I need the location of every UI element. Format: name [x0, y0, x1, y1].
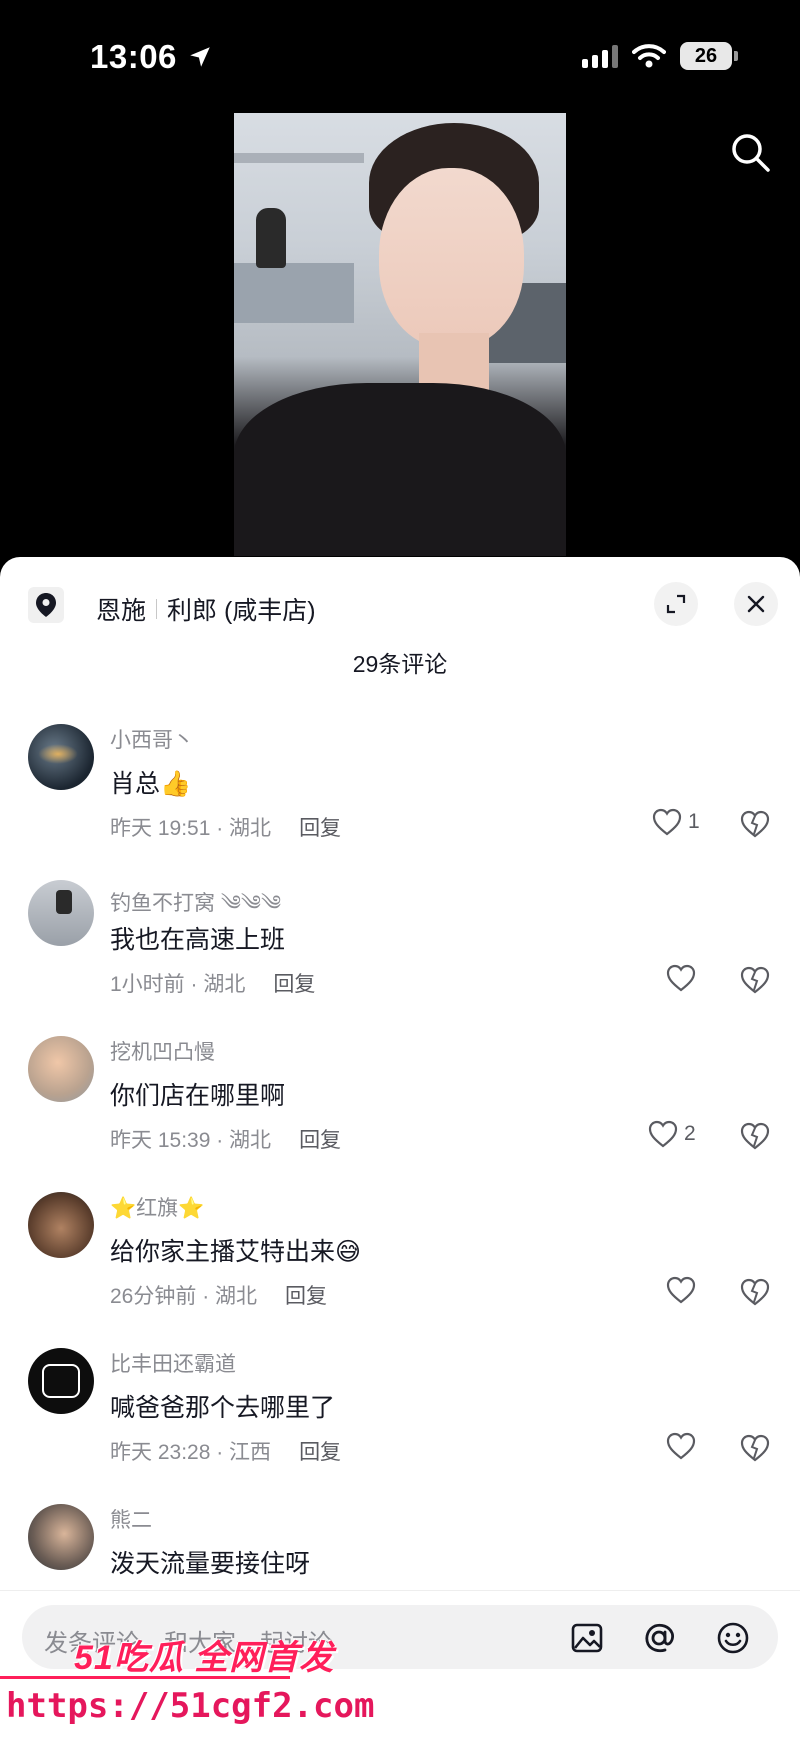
- comment-text: 肖总👍: [110, 770, 192, 798]
- avatar[interactable]: [28, 1192, 94, 1258]
- heart-icon: [648, 1120, 678, 1148]
- heart-icon: [666, 1432, 696, 1460]
- comment-sheet: 恩施 利郎 (咸丰店) 29条评论 小西哥丶 肖总👍 昨天 19:51 · 湖北…: [0, 557, 800, 1739]
- comment-time-location: 26分钟前 · 湖北: [110, 1285, 258, 1308]
- like-button[interactable]: 2: [648, 1120, 696, 1148]
- screen: 13:06 26 恩施 利郎 (咸丰店) 29条评论 小西哥丶 肖总👍 昨天 1…: [0, 0, 800, 1739]
- status-indicators: 26: [582, 42, 738, 70]
- like-button[interactable]: [666, 1432, 702, 1460]
- close-button[interactable]: [734, 582, 778, 626]
- comment-text: 泼天流量要接住呀: [110, 1550, 311, 1578]
- at-icon[interactable]: [642, 1621, 676, 1655]
- comment-item: 小西哥丶 肖总👍 昨天 19:51 · 湖北 回复 1: [0, 724, 800, 874]
- heart-icon: [666, 1276, 696, 1304]
- comment-text: 喊爸爸那个去哪里了: [110, 1394, 336, 1422]
- comment-item: ⭐红旗⭐ 给你家主播艾特出来😅 26分钟前 · 湖北 回复: [0, 1192, 800, 1342]
- like-count: 2: [684, 1122, 696, 1145]
- location-pin-icon: [28, 587, 64, 623]
- comment-meta: 26分钟前 · 湖北 回复: [110, 1280, 327, 1310]
- sheet-header: 恩施 利郎 (咸丰店): [0, 579, 800, 639]
- avatar[interactable]: [28, 880, 94, 946]
- watermark-brand: 51吃瓜 全网首发: [74, 1639, 335, 1677]
- location-arrow-icon: [190, 47, 210, 67]
- like-button[interactable]: 1: [652, 808, 700, 836]
- comment-username[interactable]: 比丰田还霸道: [110, 1348, 236, 1378]
- comment-time-location: 昨天 23:28 · 江西: [110, 1441, 272, 1464]
- comment-time-location: 昨天 19:51 · 湖北: [110, 817, 272, 840]
- location-link[interactable]: 恩施 利郎 (咸丰店): [96, 591, 316, 627]
- battery-indicator: 26: [680, 42, 738, 70]
- location-store: 利郎 (咸丰店): [167, 597, 316, 625]
- close-icon: [747, 595, 765, 613]
- reply-button[interactable]: 回复: [285, 1285, 327, 1308]
- reply-button[interactable]: 回复: [299, 1441, 341, 1464]
- wifi-icon: [632, 44, 666, 68]
- comment-item: 钓鱼不打窝 ༄༄༄ 我也在高速上班 1小时前 · 湖北 回复: [0, 880, 800, 1030]
- comment-time-location: 昨天 15:39 · 湖北: [110, 1129, 272, 1152]
- comment-count: 29条评论: [352, 651, 448, 677]
- comment-text: 你们店在哪里啊: [110, 1082, 286, 1110]
- time-label: 13:06: [90, 38, 177, 75]
- comment-username[interactable]: 小西哥丶: [110, 724, 194, 754]
- status-time: 13:06: [90, 38, 213, 76]
- comment-time-location: 1小时前 · 湖北: [110, 973, 246, 996]
- location-divider: [156, 599, 158, 619]
- broken-heart-icon[interactable]: [740, 966, 770, 994]
- like-button[interactable]: [666, 1276, 702, 1304]
- status-bar: 13:06 26: [0, 0, 800, 110]
- comment-username[interactable]: ⭐红旗⭐: [110, 1192, 204, 1222]
- video-thumbnail[interactable]: [234, 113, 566, 556]
- heart-icon: [666, 964, 696, 992]
- like-button[interactable]: [666, 964, 702, 992]
- comment-item: 比丰田还霸道 喊爸爸那个去哪里了 昨天 23:28 · 江西 回复: [0, 1348, 800, 1498]
- watermark-url: https://51cgf2.com: [6, 1686, 375, 1726]
- comment-username[interactable]: 挖机凹凸慢: [110, 1036, 215, 1066]
- comment-meta: 昨天 19:51 · 湖北 回复: [110, 812, 341, 842]
- broken-heart-icon[interactable]: [740, 1278, 770, 1306]
- comment-meta: 1小时前 · 湖北 回复: [110, 968, 315, 998]
- avatar[interactable]: [28, 1348, 94, 1414]
- broken-heart-icon[interactable]: [740, 1434, 770, 1462]
- reply-button[interactable]: 回复: [273, 973, 315, 996]
- reply-button[interactable]: 回复: [299, 817, 341, 840]
- avatar[interactable]: [28, 1504, 94, 1570]
- like-count: 1: [688, 810, 700, 833]
- avatar[interactable]: [28, 1036, 94, 1102]
- comment-text: 我也在高速上班: [110, 926, 286, 954]
- search-icon[interactable]: [728, 130, 772, 174]
- cellular-signal-icon: [582, 44, 618, 68]
- expand-button[interactable]: [654, 582, 698, 626]
- broken-heart-icon[interactable]: [740, 1122, 770, 1150]
- comment-text: 给你家主播艾特出来😅: [110, 1238, 362, 1266]
- avatar[interactable]: [28, 724, 94, 790]
- watermark-divider: [0, 1676, 290, 1679]
- broken-heart-icon[interactable]: [740, 810, 770, 838]
- comment-meta: 昨天 15:39 · 湖北 回复: [110, 1124, 341, 1154]
- comment-item: 挖机凹凸慢 你们店在哪里啊 昨天 15:39 · 湖北 回复 2: [0, 1036, 800, 1186]
- location-city: 恩施: [96, 597, 147, 625]
- comment-username[interactable]: 熊二: [110, 1504, 152, 1534]
- reply-button[interactable]: 回复: [299, 1129, 341, 1152]
- heart-icon: [652, 808, 682, 836]
- emoji-icon[interactable]: [716, 1621, 750, 1655]
- expand-icon: [666, 594, 686, 614]
- image-icon[interactable]: [570, 1621, 604, 1655]
- comment-meta: 昨天 23:28 · 江西 回复: [110, 1436, 341, 1466]
